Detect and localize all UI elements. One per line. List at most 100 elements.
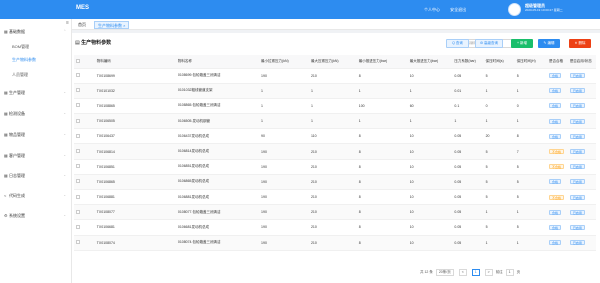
table-cell: TX0106681 (94, 219, 176, 236)
sidebar-subitem-personnel[interactable]: 人员管理 (12, 71, 70, 78)
table-row[interactable]: TX0106881 0106881发动机总成 190 210 8 10 0.05 5 5 不合格已… (74, 189, 596, 206)
col-header[interactable]: 最小拉紧压力(kN) (259, 55, 309, 69)
table-row[interactable]: TX0108699 0108699.包轮箱盖三闭清洁 190 210 8 10 0.05 5 5… (74, 68, 596, 84)
table-cell: 不合格 (547, 159, 568, 175)
select-all-checkbox[interactable] (74, 55, 95, 69)
status-badge: 已启用 (569, 240, 585, 246)
status-badge: 已启用 (569, 118, 585, 124)
table-row[interactable]: TX0106865 0106865发动机总成 190 210 8 10 0.05 5 5 合格 已启… (74, 174, 596, 191)
row-checkbox[interactable] (74, 235, 95, 251)
col-header[interactable]: 最大压紧压力(kN) (308, 55, 357, 69)
table-cell: 10 (407, 174, 453, 191)
table-row[interactable]: TX0101032 0101032粗线管道支架 1 1 1 1 0.01 1 1 合格 已启用 (74, 83, 596, 99)
chevron-down-icon: ⌄ (63, 132, 66, 136)
table-cell: 0.05 (452, 189, 484, 206)
sidebar-item-inspection[interactable]: ▦检测设备 ⌄ (4, 110, 68, 117)
col-header[interactable]: 保压时间(s) (483, 55, 515, 69)
table-row[interactable]: TX0106681 0106681发动机总成 190 210 8 10 0.05 5 5 合格 已启… (74, 219, 596, 236)
row-checkbox[interactable] (74, 68, 95, 84)
row-checkbox[interactable] (74, 98, 95, 115)
table-cell: 合格 (547, 235, 568, 251)
avatar[interactable] (508, 3, 521, 16)
table-row[interactable]: TX0106851 0106851发动机总成 190 210 8 10 0.05 5 5 不合格已… (74, 159, 596, 175)
col-header[interactable]: 最大推进压力(bar) (407, 55, 453, 69)
delete-button[interactable]: ✕ 删除 (569, 39, 591, 48)
table-row[interactable]: TX0106437 0106437发动机总成 90 110 8 10 0.05 20 8 合格 已启… (74, 128, 596, 145)
table-cell: 已启用 (567, 113, 596, 130)
chevron-down-icon: ⌄ (63, 193, 66, 197)
edit-button[interactable]: ✎ 编辑 (538, 39, 560, 48)
sidebar-item-logs[interactable]: ▦日志管理 ⌄ (4, 172, 68, 179)
col-header[interactable]: 是否启用/状态 (567, 55, 596, 69)
table-cell: TX0106814 (94, 143, 176, 160)
table-cell: 0108699.包轮箱盖三闭清洁 (175, 68, 260, 84)
goto-input[interactable]: 1 (505, 268, 514, 276)
row-checkbox[interactable] (74, 189, 95, 206)
row-checkbox[interactable] (74, 174, 95, 191)
col-header[interactable]: 压力系数(bar) (452, 55, 484, 69)
page-size-select[interactable]: 20条/页 (435, 268, 454, 276)
col-header[interactable]: 保压时间(H) (514, 55, 548, 69)
sidebar-item-basic-data[interactable]: ▦基础数据 ⌃ (4, 28, 68, 35)
add-button[interactable]: + 新增 (511, 39, 533, 48)
next-page-button[interactable]: > (484, 268, 493, 276)
table-row[interactable]: TX0106814 0106814发动机总成 190 210 8 10 0.05 5 7 不合格已… (74, 143, 596, 160)
table-cell: 已启用 (567, 128, 596, 145)
table-row[interactable]: TX0108865 0108865.包轮箱盖三闭清洁 1 1 100 60 0.1 0 0 合格已… (74, 98, 596, 115)
sidebar-item-items[interactable]: ▦物品管理 ⌄ (4, 131, 68, 138)
page-number[interactable]: 1 (471, 268, 480, 276)
link-logout[interactable]: 安全退出 (450, 7, 466, 12)
table-cell: 8 (514, 128, 548, 145)
table-cell: 0.05 (452, 235, 484, 251)
row-checkbox[interactable] (74, 159, 95, 175)
table-cell: 5 (483, 159, 515, 175)
table-cell: 190 (259, 219, 309, 236)
sidebar-item-production[interactable]: ▦生产管理 ⌄ (4, 89, 68, 96)
table-cell: TX0108865 (94, 98, 176, 115)
table-cell: 190 (259, 174, 309, 191)
row-checkbox[interactable] (74, 143, 95, 160)
sidebar-subitem-bom[interactable]: BOM管理 (12, 43, 70, 50)
table-row[interactable]: TX0108074 0108074.包轮箱盖三闭清洁 190 210 8 10 0.05 1 1… (74, 235, 596, 251)
page-unit: 页 (516, 270, 521, 274)
prev-page-button[interactable]: < (458, 268, 467, 276)
table-cell: 1 (514, 113, 548, 130)
row-checkbox[interactable] (74, 113, 95, 130)
tab-material-params[interactable]: 生产物料参数 × (94, 21, 130, 29)
menu-fold-icon[interactable]: ≡ (66, 20, 69, 26)
sidebar-item-codegen[interactable]: < 代码生成 ⌄ (4, 192, 68, 199)
col-header[interactable]: 最小推进压力(bar) (356, 55, 408, 69)
table-cell: 1 (308, 113, 357, 130)
table-cell: 1 (356, 113, 408, 130)
sidebar-item-settings[interactable]: ⚙系统设置 ⌄ (4, 212, 68, 219)
row-checkbox[interactable] (74, 83, 95, 99)
table-cell: 190 (259, 68, 309, 84)
table-cell: 1 (308, 98, 357, 115)
table-cell: 合格 (547, 204, 568, 221)
advanced-search-button[interactable]: ⚙ 高级查询 (475, 39, 503, 48)
row-checkbox[interactable] (74, 204, 95, 221)
tab-home[interactable]: 首页 (75, 21, 89, 29)
col-header[interactable]: 物料编码 (94, 55, 176, 69)
sidebar: ≡ ▦基础数据 ⌃ BOM管理 生产物料参数 人员管理 ▦生产管理 ⌄ ▦检测设备 ⌄… (0, 19, 72, 283)
table-cell: 已启用 (567, 159, 596, 175)
table-cell: 合格 (547, 219, 568, 236)
close-icon[interactable]: × (123, 23, 125, 28)
sidebar-subitem-material-params[interactable]: 生产物料参数 (12, 56, 70, 63)
table-cell: TX0106505 (94, 113, 176, 130)
row-checkbox[interactable] (74, 128, 95, 145)
table-row[interactable]: TX0106505 0106505.发动机钢管 1 1 1 1 1 1 1 合格 已启用 (74, 113, 596, 130)
table-cell: 210 (308, 68, 357, 84)
search-button[interactable]: Q 查询 (446, 39, 469, 48)
sidebar-item-customers[interactable]: ▦客户管理 ⌄ (4, 152, 68, 159)
col-header[interactable]: 是否合格 (547, 55, 568, 69)
table-cell: 5 (514, 174, 548, 191)
col-header[interactable]: 物料名称 (175, 55, 260, 69)
status-badge: 已启用 (569, 194, 585, 200)
table-row[interactable]: TX0108077 0108077.包轮箱盖三闭清洁 190 210 8 10 0.05 1 1… (74, 204, 596, 221)
table-cell: 0.05 (452, 219, 484, 236)
status-badge: 已启用 (569, 149, 585, 155)
table-cell: 190 (259, 235, 309, 251)
row-checkbox[interactable] (74, 219, 95, 236)
link-profile[interactable]: 个人中心 (424, 7, 440, 12)
